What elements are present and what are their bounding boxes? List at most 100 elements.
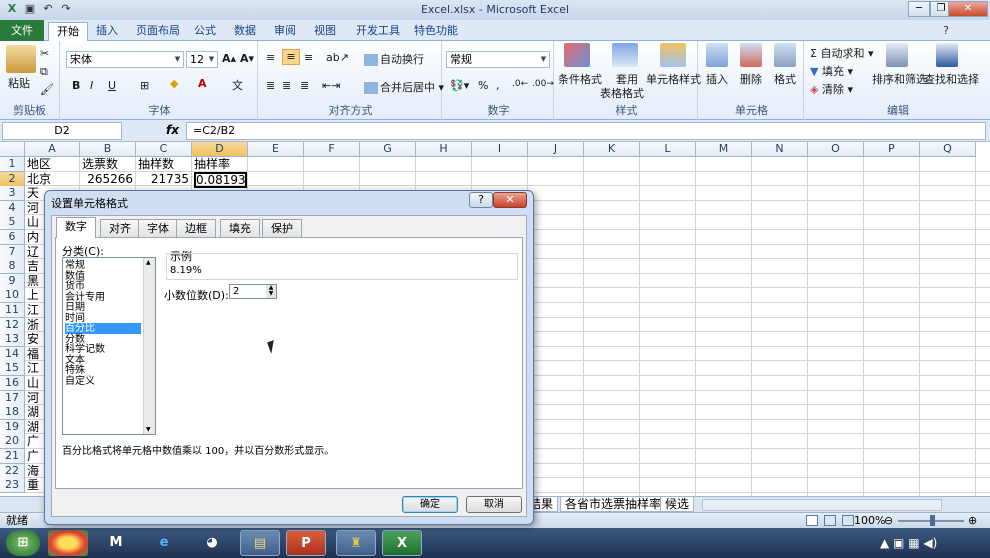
header-cell[interactable]: 选票数	[82, 157, 135, 172]
zoom-level[interactable]: 100%	[854, 513, 885, 528]
autosum-button[interactable]: Σ 自动求和 ▾	[810, 45, 873, 61]
format-as-table-icon[interactable]	[612, 43, 638, 67]
format-cells-button[interactable]: 格式	[774, 71, 796, 87]
category-item[interactable]: 科学记数	[65, 344, 141, 355]
tab-insert[interactable]: 插入	[88, 22, 126, 41]
column-header-k[interactable]: K	[584, 142, 640, 157]
cut-icon[interactable]: ✂	[40, 47, 49, 60]
indent-icon[interactable]: ⇤⇥	[322, 79, 340, 92]
column-header-j[interactable]: J	[528, 142, 584, 157]
column-header-o[interactable]: O	[808, 142, 864, 157]
category-item[interactable]: 文本	[65, 355, 141, 366]
category-item[interactable]: 分数	[65, 334, 141, 345]
tab-developer[interactable]: 开发工具	[348, 22, 408, 41]
row-header-12[interactable]: 12	[0, 317, 25, 333]
select-all-corner[interactable]	[0, 142, 25, 157]
column-header-b[interactable]: B	[80, 142, 136, 157]
category-item[interactable]: 日期	[65, 302, 141, 313]
cell-styles-icon[interactable]	[660, 43, 686, 67]
excel-taskbar-icon[interactable]: X	[382, 530, 422, 556]
align-center-icon[interactable]: ≣	[282, 79, 291, 92]
column-header-h[interactable]: H	[416, 142, 472, 157]
horizontal-scrollbar[interactable]	[702, 499, 942, 511]
normal-view-icon[interactable]	[806, 515, 818, 526]
dialog-tab-border[interactable]: 边框	[176, 219, 216, 237]
insert-function-button[interactable]: fx	[166, 123, 179, 137]
row-header-4[interactable]: 4	[0, 200, 25, 216]
insert-cells-button[interactable]: 插入	[706, 71, 728, 87]
comma-button[interactable]: ,	[496, 79, 500, 92]
fill-color-icon[interactable]: ◆	[170, 77, 178, 90]
app-icon[interactable]: ♜	[336, 530, 376, 556]
percent-button[interactable]: %	[478, 79, 488, 92]
paste-button[interactable]: 粘贴	[8, 75, 30, 91]
category-item[interactable]: 特殊	[65, 365, 141, 376]
format-painter-icon[interactable]: 🖌	[40, 83, 54, 96]
zoom-slider-thumb[interactable]	[930, 515, 935, 526]
help-icon[interactable]: ?	[938, 24, 954, 39]
dialog-help-button[interactable]: ?	[469, 192, 493, 208]
tab-view[interactable]: 视图	[306, 22, 344, 41]
shrink-font-icon[interactable]: A▾	[240, 52, 254, 65]
header-cell[interactable]: 地区	[27, 157, 79, 172]
align-left-icon[interactable]: ≣	[266, 79, 275, 92]
row-header-22[interactable]: 22	[0, 463, 25, 479]
column-header-m[interactable]: M	[696, 142, 752, 157]
row-header-15[interactable]: 15	[0, 361, 25, 377]
column-header-g[interactable]: G	[360, 142, 416, 157]
minimize-button[interactable]: ─	[908, 1, 930, 17]
tab-review[interactable]: 审阅	[266, 22, 304, 41]
sort-filter-icon[interactable]	[886, 43, 908, 67]
data-cell[interactable]: 265266	[82, 172, 135, 187]
powerpoint-icon[interactable]: P	[286, 530, 326, 556]
currency-icon[interactable]: 💱▾	[450, 79, 469, 92]
paste-icon[interactable]	[6, 45, 36, 73]
fill-button[interactable]: ▼ 填充 ▾	[810, 63, 853, 79]
page-layout-view-icon[interactable]	[824, 515, 836, 526]
find-select-button[interactable]: 查找和选择	[924, 71, 979, 87]
sheet-tab-candidate[interactable]: 候选	[660, 497, 695, 512]
row-header-6[interactable]: 6	[0, 230, 25, 245]
column-header-c[interactable]: C	[136, 142, 192, 157]
tab-page-layout[interactable]: 页面布局	[128, 22, 188, 41]
ok-button[interactable]: 确定	[402, 496, 458, 513]
header-cell[interactable]: 抽样率	[194, 157, 247, 172]
row-header-18[interactable]: 18	[0, 405, 25, 421]
align-top-icon[interactable]: ≡	[266, 51, 275, 64]
row-header-17[interactable]: 17	[0, 390, 25, 406]
page-break-view-icon[interactable]	[842, 515, 854, 526]
row-header-21[interactable]: 21	[0, 449, 25, 464]
underline-button[interactable]: U	[108, 79, 116, 92]
insert-cells-icon[interactable]	[706, 43, 728, 67]
row-header-20[interactable]: 20	[0, 434, 25, 450]
sheet-tab-sampling-rate[interactable]: 各省市选票抽样率	[560, 497, 667, 512]
tab-formulas[interactable]: 公式	[186, 22, 224, 41]
data-cell[interactable]: 21735	[138, 172, 191, 187]
category-item[interactable]: 自定义	[65, 376, 141, 387]
category-item[interactable]: 百分比	[65, 323, 141, 334]
name-box[interactable]: D2	[2, 122, 122, 140]
category-item[interactable]: 数值	[65, 271, 141, 282]
copy-icon[interactable]: ⧉	[40, 65, 48, 79]
category-item[interactable]: 常规	[65, 260, 141, 271]
row-header-23[interactable]: 23	[0, 478, 25, 494]
row-header-3[interactable]: 3	[0, 186, 25, 202]
number-format-select[interactable]: 常规 ▼	[446, 51, 550, 68]
row-header-16[interactable]: 16	[0, 376, 25, 391]
column-header-f[interactable]: F	[304, 142, 360, 157]
row-header-8[interactable]: 8	[0, 259, 25, 275]
font-size-select[interactable]: 12 ▼	[186, 51, 218, 68]
explorer-icon[interactable]: ▤	[240, 530, 280, 556]
column-header-e[interactable]: E	[248, 142, 304, 157]
row-header-14[interactable]: 14	[0, 346, 25, 362]
header-cell[interactable]: 抽样数	[138, 157, 191, 172]
category-list[interactable]: ▲ ▼ 常规 数值 货币 会计专用 日期 时间 百分比 分数 科学记数 文本 特殊 自定义	[62, 257, 156, 435]
zoom-out-icon[interactable]: ⊖	[884, 513, 893, 528]
chrome-icon[interactable]	[48, 530, 88, 556]
align-right-icon[interactable]: ≣	[300, 79, 309, 92]
cancel-button[interactable]: 取消	[466, 496, 522, 513]
column-header-l[interactable]: L	[640, 142, 696, 157]
phonetic-icon[interactable]: 文	[232, 77, 243, 93]
grow-font-icon[interactable]: A▴	[222, 52, 236, 65]
category-item[interactable]: 货币	[65, 281, 141, 292]
